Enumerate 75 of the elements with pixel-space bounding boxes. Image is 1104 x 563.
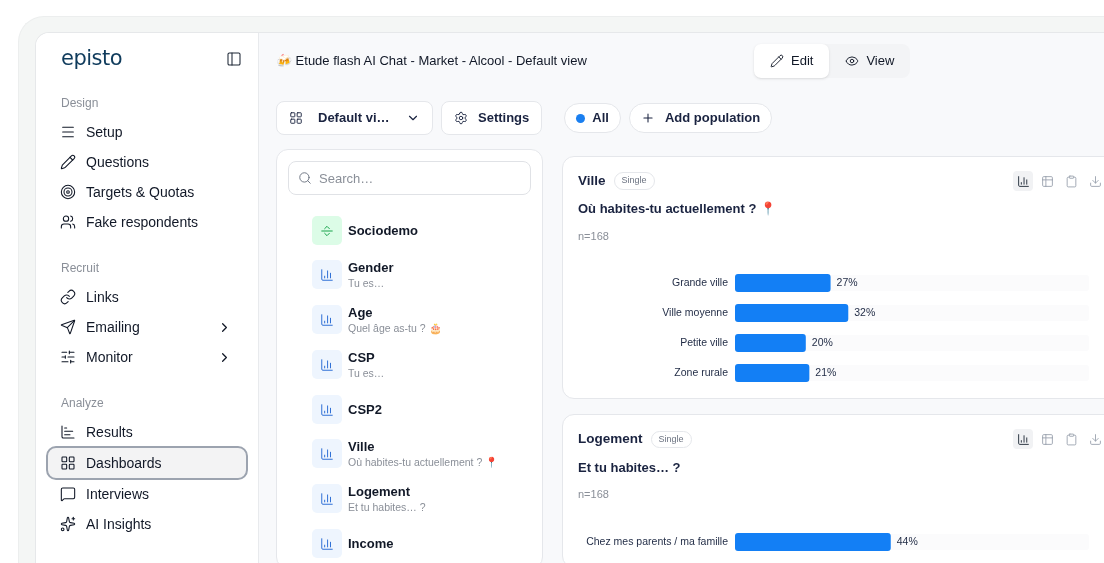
section-label: Recruit (60, 260, 99, 277)
question-item[interactable]: CSP2 (312, 395, 531, 424)
search-field[interactable]: Search… (288, 161, 531, 195)
search-icon (298, 171, 312, 185)
users-icon (60, 214, 76, 230)
bar-chart-icon (312, 439, 342, 468)
card-title: Logement (578, 430, 643, 449)
sidebar-item[interactable]: Emailing (46, 312, 248, 342)
add-population-button[interactable]: Add population (628, 103, 773, 133)
bar-chart-icon (60, 424, 76, 440)
question-item[interactable]: Age Quel âge as-tu ? 🎂 (312, 305, 531, 335)
population-chip[interactable]: All (564, 103, 621, 133)
category-label: Ville moyenne (661, 305, 728, 321)
target-icon (60, 184, 76, 200)
question-item[interactable]: Income (312, 529, 531, 558)
logo: episto (61, 45, 122, 73)
page-title: 🍻 Etude flash AI Chat - Market - Alcool - Default view (276, 52, 588, 71)
category-label: Grande ville (670, 275, 728, 291)
section-icon (312, 216, 342, 245)
category-label: Zone rurale (673, 365, 728, 381)
sidebar-item[interactable]: Questions (46, 147, 248, 177)
bar-chart-icon (312, 350, 342, 379)
value-label: 44% (896, 533, 918, 549)
mode-tab[interactable]: View (829, 44, 911, 78)
settings-button[interactable]: Settings (441, 101, 543, 135)
mode-tab[interactable]: Edit (754, 44, 830, 78)
question-item[interactable]: Ville Où habites-tu actuellement ? 📍 (312, 439, 531, 469)
settings-icon (454, 111, 468, 125)
question-text: Et tu habites… ? (578, 458, 681, 477)
sample-size: n=168 (578, 487, 609, 502)
question-text: Où habites-tu actuellement ? 📍 (578, 200, 777, 219)
sidebar-item[interactable]: Links (46, 282, 248, 312)
section-item[interactable]: Sociodemo (312, 216, 531, 245)
sidebar-toggle-icon[interactable] (226, 51, 242, 67)
sidebar-item[interactable]: Interviews (46, 479, 248, 509)
question-item[interactable]: CSP Tu es… (312, 350, 531, 380)
bar-chart-icon[interactable] (1013, 171, 1033, 192)
pencil-icon (60, 154, 76, 170)
menu-icon (60, 124, 76, 140)
sidebar-item[interactable]: Fake respondents (46, 207, 248, 237)
bar-chart-icon[interactable] (1013, 429, 1033, 450)
eye-icon (845, 54, 860, 68)
sample-size: n=168 (578, 228, 609, 244)
bar-chart-icon (312, 529, 342, 558)
grid-icon (60, 455, 76, 471)
bar-chart-icon (312, 305, 342, 334)
value-label: 27% (836, 275, 858, 291)
plus-icon (640, 111, 655, 125)
bar-chart-icon (312, 260, 342, 289)
card-title: Ville (578, 172, 606, 190)
link-icon (60, 289, 76, 305)
view-dropdown[interactable]: Default vi… (276, 101, 433, 135)
section-label: Design (60, 95, 99, 112)
sliders-icon (60, 349, 76, 365)
sidebar-item[interactable]: Dashboards (46, 446, 248, 480)
sparkles-icon (60, 516, 76, 532)
grid-icon (289, 111, 303, 125)
sidebar-item[interactable]: Monitor (46, 342, 248, 372)
sidebar-item[interactable]: Setup (46, 117, 248, 147)
bar-chart-icon (312, 395, 342, 424)
question-item[interactable]: Logement Et tu habites… ? (312, 484, 531, 514)
pencil-icon (770, 54, 784, 68)
value-label: 21% (815, 365, 837, 381)
section-label: Analyze (60, 395, 104, 412)
value-label: 20% (811, 335, 833, 351)
sidebar-item[interactable]: AI Insights (46, 509, 248, 539)
category-label: Petite ville (679, 335, 728, 351)
value-label: 32% (854, 305, 876, 321)
bar-chart-icon (312, 484, 342, 513)
sidebar-item[interactable]: Targets & Quotas (46, 177, 248, 207)
category-label: Chez mes parents / ma famille (585, 533, 728, 549)
send-icon (60, 319, 76, 335)
sidebar-item[interactable]: Results (46, 417, 248, 447)
message-icon (60, 486, 76, 502)
question-item[interactable]: Gender Tu es… (312, 260, 531, 290)
